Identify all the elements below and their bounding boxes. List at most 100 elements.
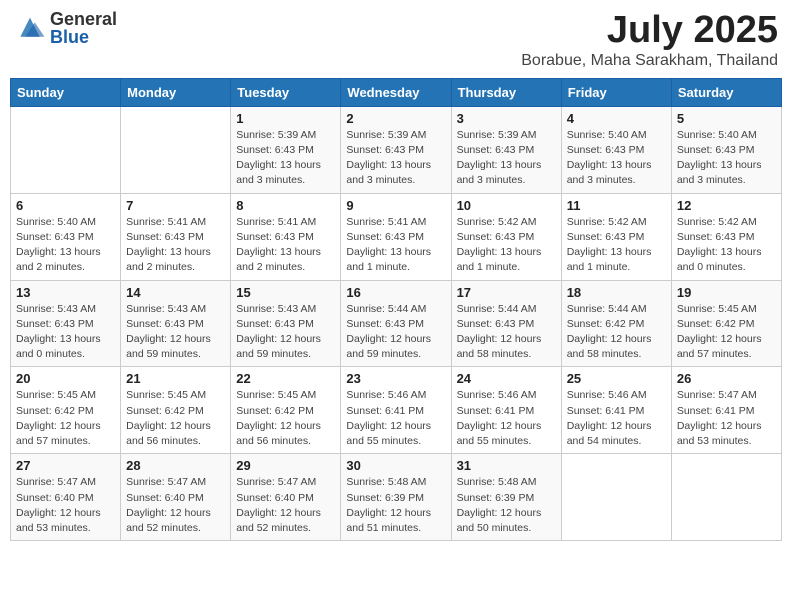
calendar-cell: 27 Sunrise: 5:47 AMSunset: 6:40 PMDayligh… bbox=[11, 454, 121, 541]
page-header: General Blue July 2025 Borabue, Maha Sar… bbox=[10, 10, 782, 70]
subtitle: Borabue, Maha Sarakham, Thailand bbox=[521, 52, 778, 70]
calendar-cell bbox=[11, 106, 121, 193]
day-info: Sunrise: 5:41 AMSunset: 6:43 PMDaylight:… bbox=[236, 215, 335, 276]
calendar-cell: 2Sunrise: 5:39 AMSunset: 6:43 PMDaylight… bbox=[341, 106, 451, 193]
logo: General Blue bbox=[14, 10, 117, 46]
calendar-week-1: 6 Sunrise: 5:40 AMSunset: 6:43 PMDaylight… bbox=[11, 193, 782, 280]
calendar-cell: 29 Sunrise: 5:47 AMSunset: 6:40 PMDayligh… bbox=[231, 454, 341, 541]
calendar-cell: 16 Sunrise: 5:44 AMSunset: 6:43 PMDayligh… bbox=[341, 280, 451, 367]
calendar-cell: 7 Sunrise: 5:41 AMSunset: 6:43 PMDaylight… bbox=[121, 193, 231, 280]
day-info: Sunrise: 5:44 AMSunset: 6:43 PMDaylight:… bbox=[457, 302, 556, 363]
day-number: 15 bbox=[236, 285, 335, 300]
calendar-cell: 24 Sunrise: 5:46 AMSunset: 6:41 PMDayligh… bbox=[451, 367, 561, 454]
calendar-cell: 14Sunrise: 5:43 AMSunset: 6:43 PMDayligh… bbox=[121, 280, 231, 367]
day-number: 25 bbox=[567, 371, 666, 386]
day-number: 1 bbox=[236, 111, 335, 126]
day-number: 6 bbox=[16, 198, 115, 213]
logo-text: General Blue bbox=[50, 10, 117, 46]
day-number: 13 bbox=[16, 285, 115, 300]
main-title: July 2025 bbox=[521, 10, 778, 52]
day-info: Sunrise: 5:43 AMSunset: 6:43 PMDaylight:… bbox=[16, 302, 115, 363]
day-info: Sunrise: 5:41 AMSunset: 6:43 PMDaylight:… bbox=[346, 215, 445, 276]
calendar-cell: 10 Sunrise: 5:42 AMSunset: 6:43 PMDayligh… bbox=[451, 193, 561, 280]
day-info: Sunrise: 5:45 AMSunset: 6:42 PMDaylight:… bbox=[236, 388, 335, 449]
day-number: 29 bbox=[236, 458, 335, 473]
day-info: Sunrise: 5:39 AMSunset: 6:43 PMDaylight:… bbox=[346, 128, 445, 189]
calendar-week-0: 1 Sunrise: 5:39 AMSunset: 6:43 PMDaylight… bbox=[11, 106, 782, 193]
day-info: Sunrise: 5:45 AMSunset: 6:42 PMDaylight:… bbox=[126, 388, 225, 449]
day-info: Sunrise: 5:44 AMSunset: 6:43 PMDaylight:… bbox=[346, 302, 445, 363]
day-info: Sunrise: 5:43 AMSunset: 6:43 PMDaylight:… bbox=[126, 302, 225, 363]
day-number: 18 bbox=[567, 285, 666, 300]
day-info: Sunrise: 5:46 AMSunset: 6:41 PMDaylight:… bbox=[567, 388, 666, 449]
header-wednesday: Wednesday bbox=[341, 78, 451, 106]
day-info: Sunrise: 5:47 AMSunset: 6:41 PMDaylight:… bbox=[677, 388, 776, 449]
calendar-cell: 26 Sunrise: 5:47 AMSunset: 6:41 PMDayligh… bbox=[671, 367, 781, 454]
day-number: 8 bbox=[236, 198, 335, 213]
header-sunday: Sunday bbox=[11, 78, 121, 106]
day-number: 23 bbox=[346, 371, 445, 386]
logo-blue: Blue bbox=[50, 28, 117, 46]
day-info: Sunrise: 5:47 AMSunset: 6:40 PMDaylight:… bbox=[236, 475, 335, 536]
logo-general: General bbox=[50, 10, 117, 28]
logo-icon bbox=[14, 14, 46, 42]
calendar-cell: 3Sunrise: 5:39 AMSunset: 6:43 PMDaylight… bbox=[451, 106, 561, 193]
day-info: Sunrise: 5:40 AMSunset: 6:43 PMDaylight:… bbox=[677, 128, 776, 189]
calendar-cell: 21Sunrise: 5:45 AMSunset: 6:42 PMDayligh… bbox=[121, 367, 231, 454]
day-info: Sunrise: 5:43 AMSunset: 6:43 PMDaylight:… bbox=[236, 302, 335, 363]
calendar-week-2: 13 Sunrise: 5:43 AMSunset: 6:43 PMDayligh… bbox=[11, 280, 782, 367]
calendar-cell: 6 Sunrise: 5:40 AMSunset: 6:43 PMDaylight… bbox=[11, 193, 121, 280]
calendar-header-row: SundayMondayTuesdayWednesdayThursdayFrid… bbox=[11, 78, 782, 106]
calendar-table: SundayMondayTuesdayWednesdayThursdayFrid… bbox=[10, 78, 782, 541]
header-thursday: Thursday bbox=[451, 78, 561, 106]
day-info: Sunrise: 5:48 AMSunset: 6:39 PMDaylight:… bbox=[457, 475, 556, 536]
day-info: Sunrise: 5:46 AMSunset: 6:41 PMDaylight:… bbox=[457, 388, 556, 449]
day-info: Sunrise: 5:40 AMSunset: 6:43 PMDaylight:… bbox=[16, 215, 115, 276]
day-number: 11 bbox=[567, 198, 666, 213]
day-info: Sunrise: 5:48 AMSunset: 6:39 PMDaylight:… bbox=[346, 475, 445, 536]
day-info: Sunrise: 5:42 AMSunset: 6:43 PMDaylight:… bbox=[457, 215, 556, 276]
day-info: Sunrise: 5:46 AMSunset: 6:41 PMDaylight:… bbox=[346, 388, 445, 449]
day-info: Sunrise: 5:47 AMSunset: 6:40 PMDaylight:… bbox=[16, 475, 115, 536]
calendar-cell: 22 Sunrise: 5:45 AMSunset: 6:42 PMDayligh… bbox=[231, 367, 341, 454]
calendar-cell: 12 Sunrise: 5:42 AMSunset: 6:43 PMDayligh… bbox=[671, 193, 781, 280]
calendar-cell bbox=[121, 106, 231, 193]
day-info: Sunrise: 5:44 AMSunset: 6:42 PMDaylight:… bbox=[567, 302, 666, 363]
day-number: 30 bbox=[346, 458, 445, 473]
calendar-cell bbox=[561, 454, 671, 541]
day-number: 5 bbox=[677, 111, 776, 126]
header-monday: Monday bbox=[121, 78, 231, 106]
calendar-cell: 25 Sunrise: 5:46 AMSunset: 6:41 PMDayligh… bbox=[561, 367, 671, 454]
title-block: July 2025 Borabue, Maha Sarakham, Thaila… bbox=[521, 10, 778, 70]
calendar-cell: 11 Sunrise: 5:42 AMSunset: 6:43 PMDayligh… bbox=[561, 193, 671, 280]
calendar-cell: 28 Sunrise: 5:47 AMSunset: 6:40 PMDayligh… bbox=[121, 454, 231, 541]
day-number: 4 bbox=[567, 111, 666, 126]
day-number: 22 bbox=[236, 371, 335, 386]
calendar-cell bbox=[671, 454, 781, 541]
day-info: Sunrise: 5:45 AMSunset: 6:42 PMDaylight:… bbox=[16, 388, 115, 449]
header-friday: Friday bbox=[561, 78, 671, 106]
day-number: 16 bbox=[346, 285, 445, 300]
day-number: 27 bbox=[16, 458, 115, 473]
calendar-week-3: 20 Sunrise: 5:45 AMSunset: 6:42 PMDayligh… bbox=[11, 367, 782, 454]
day-info: Sunrise: 5:40 AMSunset: 6:43 PMDaylight:… bbox=[567, 128, 666, 189]
calendar-cell: 15 Sunrise: 5:43 AMSunset: 6:43 PMDayligh… bbox=[231, 280, 341, 367]
calendar-week-4: 27 Sunrise: 5:47 AMSunset: 6:40 PMDayligh… bbox=[11, 454, 782, 541]
day-number: 20 bbox=[16, 371, 115, 386]
header-tuesday: Tuesday bbox=[231, 78, 341, 106]
day-number: 24 bbox=[457, 371, 556, 386]
day-info: Sunrise: 5:47 AMSunset: 6:40 PMDaylight:… bbox=[126, 475, 225, 536]
day-number: 10 bbox=[457, 198, 556, 213]
day-info: Sunrise: 5:42 AMSunset: 6:43 PMDaylight:… bbox=[567, 215, 666, 276]
day-number: 12 bbox=[677, 198, 776, 213]
calendar-cell: 17Sunrise: 5:44 AMSunset: 6:43 PMDayligh… bbox=[451, 280, 561, 367]
calendar-cell: 31Sunrise: 5:48 AMSunset: 6:39 PMDayligh… bbox=[451, 454, 561, 541]
day-number: 7 bbox=[126, 198, 225, 213]
day-number: 26 bbox=[677, 371, 776, 386]
day-info: Sunrise: 5:41 AMSunset: 6:43 PMDaylight:… bbox=[126, 215, 225, 276]
day-info: Sunrise: 5:42 AMSunset: 6:43 PMDaylight:… bbox=[677, 215, 776, 276]
day-info: Sunrise: 5:39 AMSunset: 6:43 PMDaylight:… bbox=[236, 128, 335, 189]
day-number: 28 bbox=[126, 458, 225, 473]
header-saturday: Saturday bbox=[671, 78, 781, 106]
day-number: 9 bbox=[346, 198, 445, 213]
